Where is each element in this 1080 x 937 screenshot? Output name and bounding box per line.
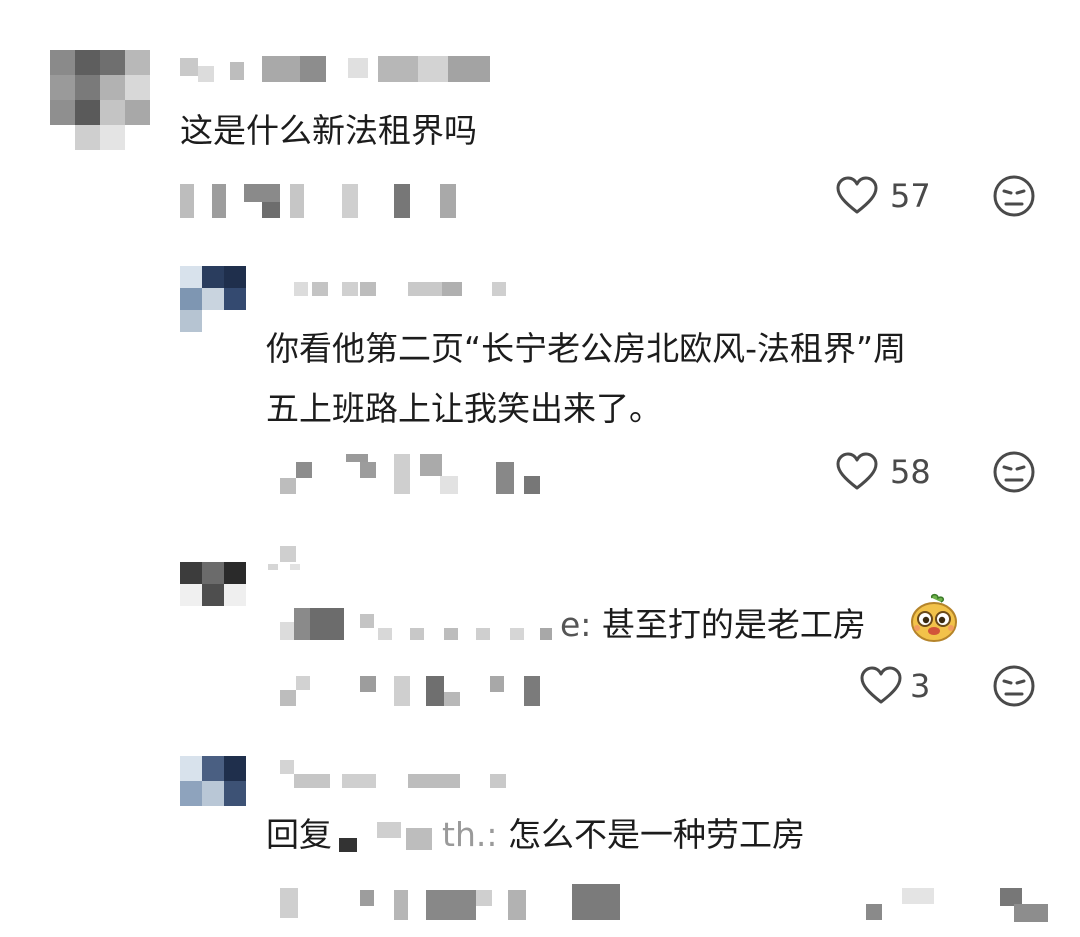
reply-target-pixelated[interactable] — [377, 822, 401, 838]
neutral-face-icon[interactable] — [992, 450, 1036, 494]
comment-text: 这是什么新法租界吗 — [180, 111, 477, 150]
reply-suffix: e: — [560, 605, 592, 644]
like-count: 3 — [910, 667, 931, 705]
comment-text: 甚至打的是老工房 — [601, 605, 866, 644]
like-count: 57 — [890, 177, 931, 215]
comment-text-line-1: 你看他第二页“长宁老公房北欧风-法租界”周 — [266, 329, 907, 368]
reply-target-pixelated[interactable] — [405, 828, 432, 850]
neutral-face-icon[interactable] — [992, 664, 1036, 708]
heart-outline-icon[interactable] — [860, 666, 902, 706]
avatar[interactable] — [180, 756, 246, 806]
comment-text: 怎么不是一种劳工房 — [507, 815, 805, 854]
comment-line: e: 甚至打的是老工房 — [560, 594, 866, 656]
heart-outline-icon[interactable] — [836, 452, 878, 492]
comment-text-line-2: 五上班路上让我笑出来了。 — [266, 389, 662, 428]
comment-line: 回复 th.: 怎么不是一种劳工房 — [266, 804, 805, 866]
avatar[interactable] — [180, 266, 246, 332]
cartoon-sticker — [911, 593, 957, 642]
reply-suffix: th.: — [442, 815, 498, 854]
heart-outline-icon[interactable] — [836, 176, 878, 216]
avatar[interactable] — [180, 540, 246, 606]
reply-prefix[interactable]: 回复 — [266, 815, 332, 854]
like-count: 58 — [890, 453, 931, 491]
avatar[interactable] — [50, 50, 150, 150]
neutral-face-icon[interactable] — [992, 174, 1036, 218]
reply-target-pixelated[interactable] — [338, 838, 357, 852]
